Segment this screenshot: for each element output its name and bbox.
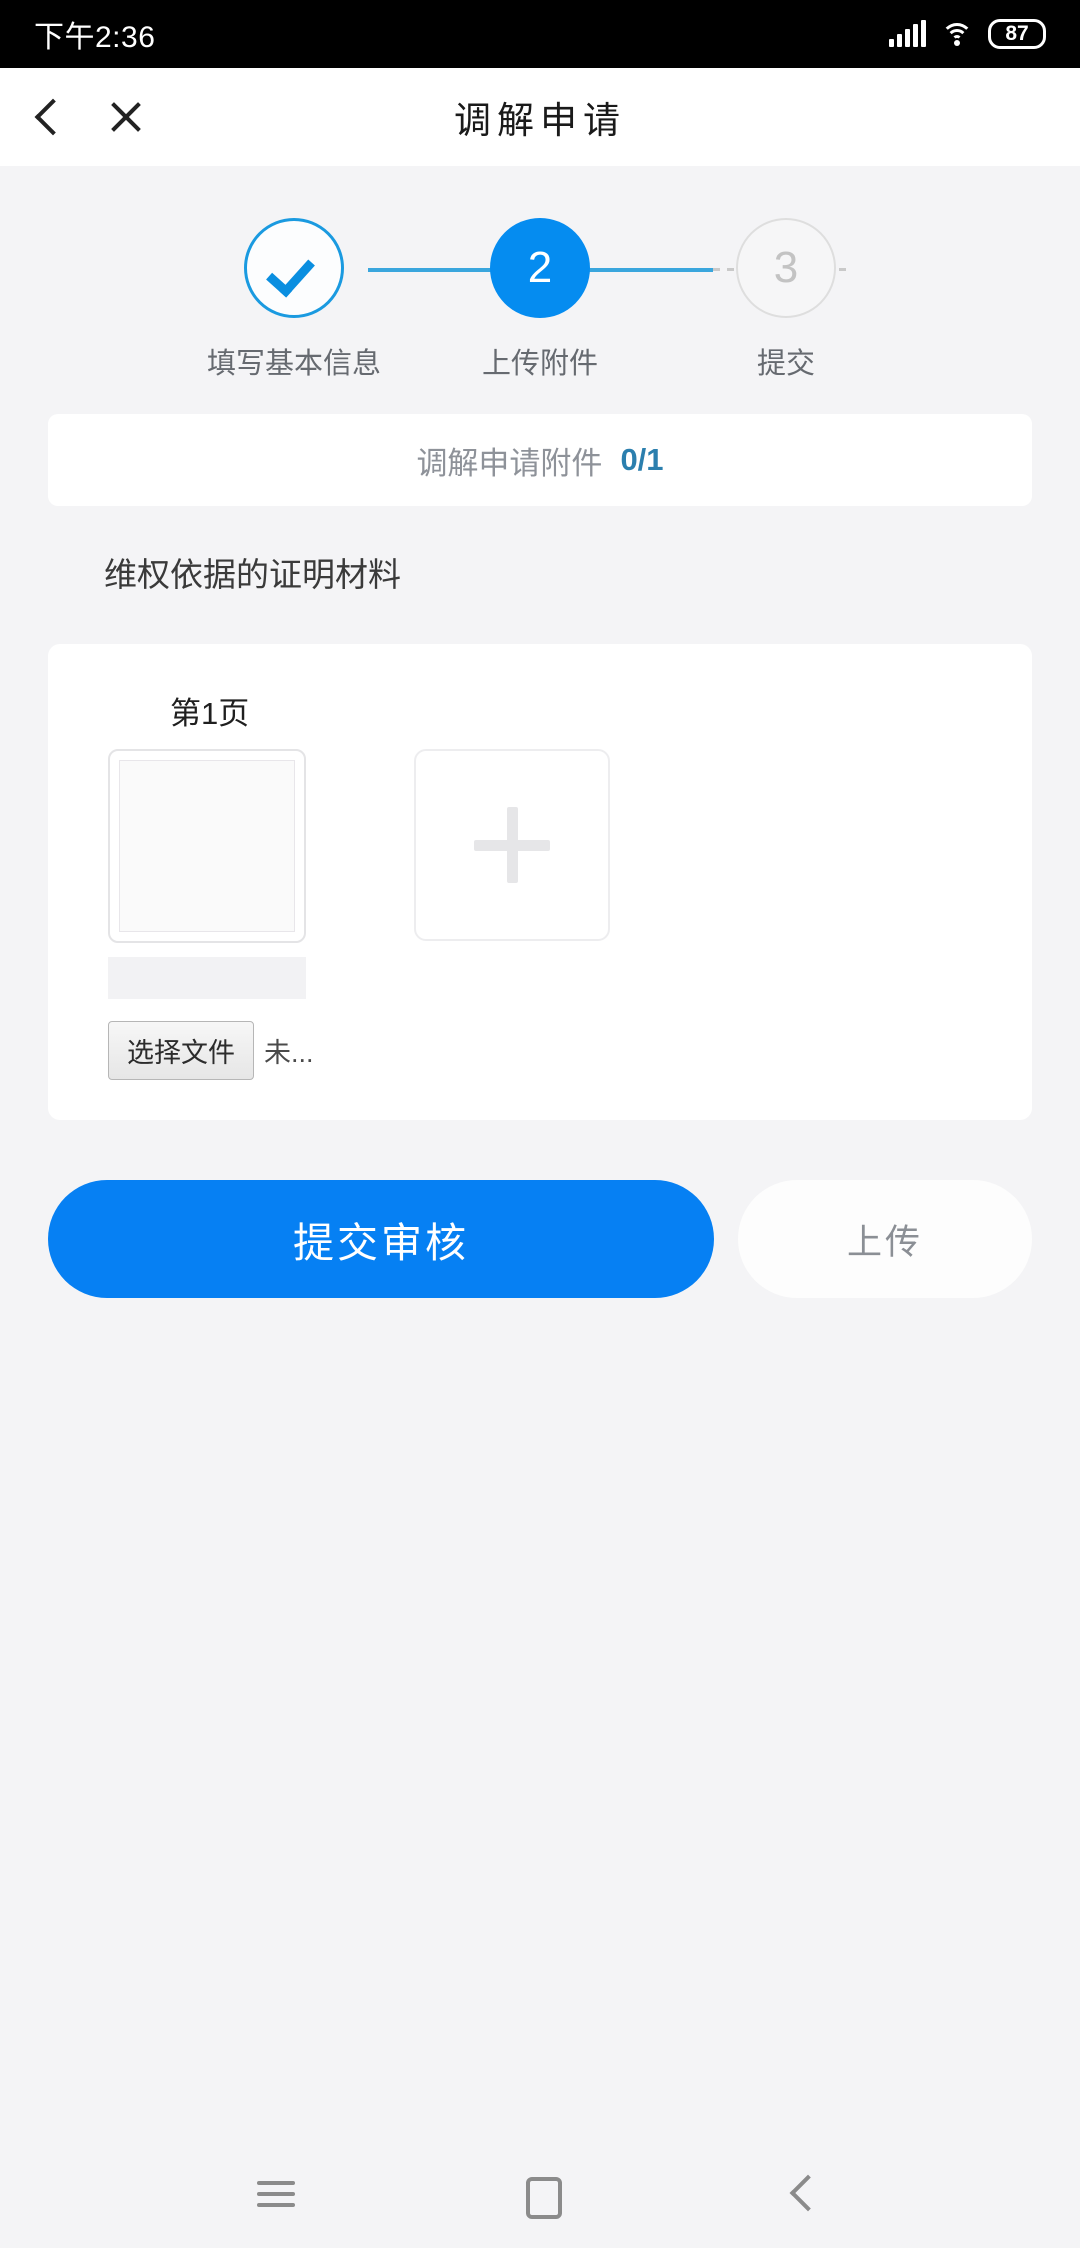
attachment-count-badge: 0/1 xyxy=(620,442,664,477)
status-bar-time: 下午2:36 xyxy=(34,21,156,54)
page-number-label: 第1页 xyxy=(170,696,250,731)
plus-icon xyxy=(473,807,550,883)
back-icon[interactable] xyxy=(781,2171,827,2217)
upload-card: 第1页 选择文件 未... xyxy=(48,644,1032,1120)
add-attachment-button[interactable] xyxy=(413,749,610,941)
wifi-icon xyxy=(940,21,974,47)
status-bar: 下午2:36 87 xyxy=(0,0,1080,68)
stepper-label-3: 提交 xyxy=(756,348,815,380)
stepper-step-3[interactable]: 3 提交 xyxy=(712,218,860,382)
signal-bars-icon xyxy=(889,20,926,47)
thumbnail-column: 选择文件 未... xyxy=(108,749,314,1080)
home-icon[interactable] xyxy=(517,2171,563,2219)
stepper-circle-active: 2 xyxy=(490,218,590,318)
menu-icon[interactable] xyxy=(253,2171,299,2217)
check-icon xyxy=(273,255,315,281)
battery-icon: 87 xyxy=(988,19,1046,49)
app-header: 调解申请 xyxy=(0,68,1080,166)
stepper-step-1[interactable]: 填写基本信息 xyxy=(207,218,381,382)
stepper-label-2: 上传附件 xyxy=(481,348,598,380)
image-caption-bar xyxy=(108,957,306,999)
stepper-label-1: 填写基本信息 xyxy=(207,348,382,380)
upload-button[interactable]: 上传 xyxy=(738,1180,1032,1298)
action-buttons: 提交审核 上传 xyxy=(48,1180,1032,1298)
file-input-row[interactable]: 选择文件 未... xyxy=(108,1021,314,1080)
section-title: 维权依据的证明材料 xyxy=(104,556,401,593)
page-title: 调解申请 xyxy=(454,100,626,141)
android-nav-bar xyxy=(0,2140,1080,2248)
stepper-circle-todo: 3 xyxy=(736,218,836,318)
submit-review-button[interactable]: 提交审核 xyxy=(48,1180,714,1298)
close-icon[interactable] xyxy=(108,99,144,135)
progress-stepper: 填写基本信息 2 上传附件 3 提交 xyxy=(0,166,1080,380)
image-placeholder[interactable] xyxy=(108,749,306,943)
status-bar-indicators: 87 xyxy=(889,19,1046,49)
image-placeholder-inner xyxy=(119,760,295,932)
stepper-circle-done xyxy=(244,218,344,318)
stepper-step-2[interactable]: 2 上传附件 xyxy=(466,218,614,382)
attachment-summary-title: 调解申请附件 xyxy=(416,445,603,481)
chevron-left-icon[interactable] xyxy=(30,100,64,134)
upload-tiles: 选择文件 未... xyxy=(108,749,1032,1080)
phone-screen: 下午2:36 87 调解申请 填写基本信息 2 上传附件 3 提交 调解申请附件… xyxy=(0,0,1080,2248)
choose-file-button[interactable]: 选择文件 xyxy=(108,1021,254,1080)
attachment-summary-card: 调解申请附件 0/1 xyxy=(48,414,1032,506)
selected-file-name: 未... xyxy=(264,1038,314,1068)
header-nav-icons xyxy=(0,99,144,135)
